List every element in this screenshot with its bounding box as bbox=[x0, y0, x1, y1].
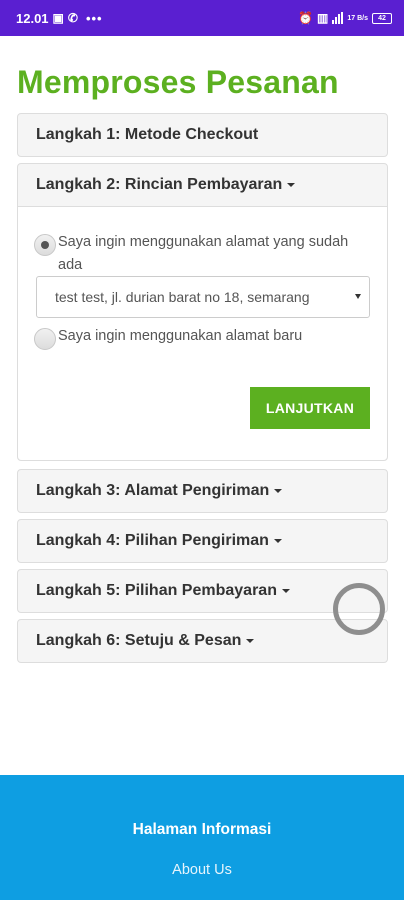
radio-new-address[interactable] bbox=[34, 328, 56, 350]
whatsapp-icon: ✆ bbox=[67, 11, 78, 25]
footer-title: Halaman Informasi bbox=[132, 821, 272, 838]
step-1-panel: Langkah 1: Metode Checkout bbox=[17, 113, 388, 157]
hd-signal-icon: ▥ bbox=[317, 11, 329, 25]
signal-icon bbox=[332, 12, 344, 24]
radio-existing-address[interactable] bbox=[34, 234, 56, 256]
address-select-value: test test, jl. durian barat no 18, semar… bbox=[55, 289, 310, 305]
page-title: Memproses Pesanan bbox=[17, 64, 339, 100]
step-6-label: Langkah 6: Setuju & Pesan bbox=[36, 632, 242, 649]
step-3-panel: Langkah 3: Alamat Pengiriman bbox=[17, 469, 388, 513]
speed-icon: 17 B/s bbox=[347, 14, 368, 22]
step-5-header[interactable]: Langkah 5: Pilihan Pembayaran bbox=[18, 570, 387, 612]
step-4-header[interactable]: Langkah 4: Pilihan Pengiriman bbox=[18, 520, 387, 562]
radio-new-label: Saya ingin menggunakan alamat baru bbox=[58, 328, 303, 344]
loading-spinner-icon bbox=[333, 583, 385, 635]
radio-existing-label: Saya ingin menggunakan alamat yang sudah… bbox=[58, 234, 349, 273]
image-icon: ▣ bbox=[52, 11, 64, 25]
battery-level: 42 bbox=[378, 14, 386, 22]
step-3-header[interactable]: Langkah 3: Alamat Pengiriman bbox=[18, 470, 387, 512]
status-bar: 12.01 ▣ ✆ ••• ⏰ ▥ 17 B/s 42 bbox=[0, 0, 404, 36]
step-2-panel: Langkah 2: Rincian Pembayaran Saya ingin… bbox=[17, 163, 388, 461]
step-3-label: Langkah 3: Alamat Pengiriman bbox=[36, 482, 270, 499]
caret-down-icon bbox=[274, 489, 283, 493]
about-us-link[interactable]: About Us bbox=[0, 862, 404, 878]
address-select[interactable]: test test, jl. durian barat no 18, semar… bbox=[36, 276, 370, 318]
step-1-label: Langkah 1: Metode Checkout bbox=[36, 126, 259, 143]
caret-down-icon bbox=[287, 183, 296, 187]
step-4-panel: Langkah 4: Pilihan Pengiriman bbox=[17, 519, 388, 563]
caret-down-icon bbox=[246, 639, 255, 643]
caret-down-icon bbox=[281, 589, 290, 593]
step-5-label: Langkah 5: Pilihan Pembayaran bbox=[36, 582, 277, 599]
step-4-label: Langkah 4: Pilihan Pengiriman bbox=[36, 532, 269, 549]
payment-details-body: Saya ingin menggunakan alamat yang sudah… bbox=[18, 206, 387, 460]
step-6-header[interactable]: Langkah 6: Setuju & Pesan bbox=[18, 620, 387, 662]
caret-down-icon bbox=[273, 539, 282, 543]
status-time: 12.01 bbox=[16, 10, 49, 26]
battery-icon: 42 bbox=[372, 12, 392, 24]
step-2-header[interactable]: Langkah 2: Rincian Pembayaran bbox=[18, 164, 387, 206]
step-1-header[interactable]: Langkah 1: Metode Checkout bbox=[18, 114, 387, 156]
step-2-label: Langkah 2: Rincian Pembayaran bbox=[36, 176, 283, 193]
more-notifications-icon: ••• bbox=[85, 10, 103, 26]
step-6-panel: Langkah 6: Setuju & Pesan bbox=[17, 619, 388, 663]
alarm-icon: ⏰ bbox=[298, 11, 314, 25]
continue-button[interactable]: LANJUTKAN bbox=[250, 387, 370, 429]
dropdown-arrow-icon bbox=[355, 294, 361, 299]
